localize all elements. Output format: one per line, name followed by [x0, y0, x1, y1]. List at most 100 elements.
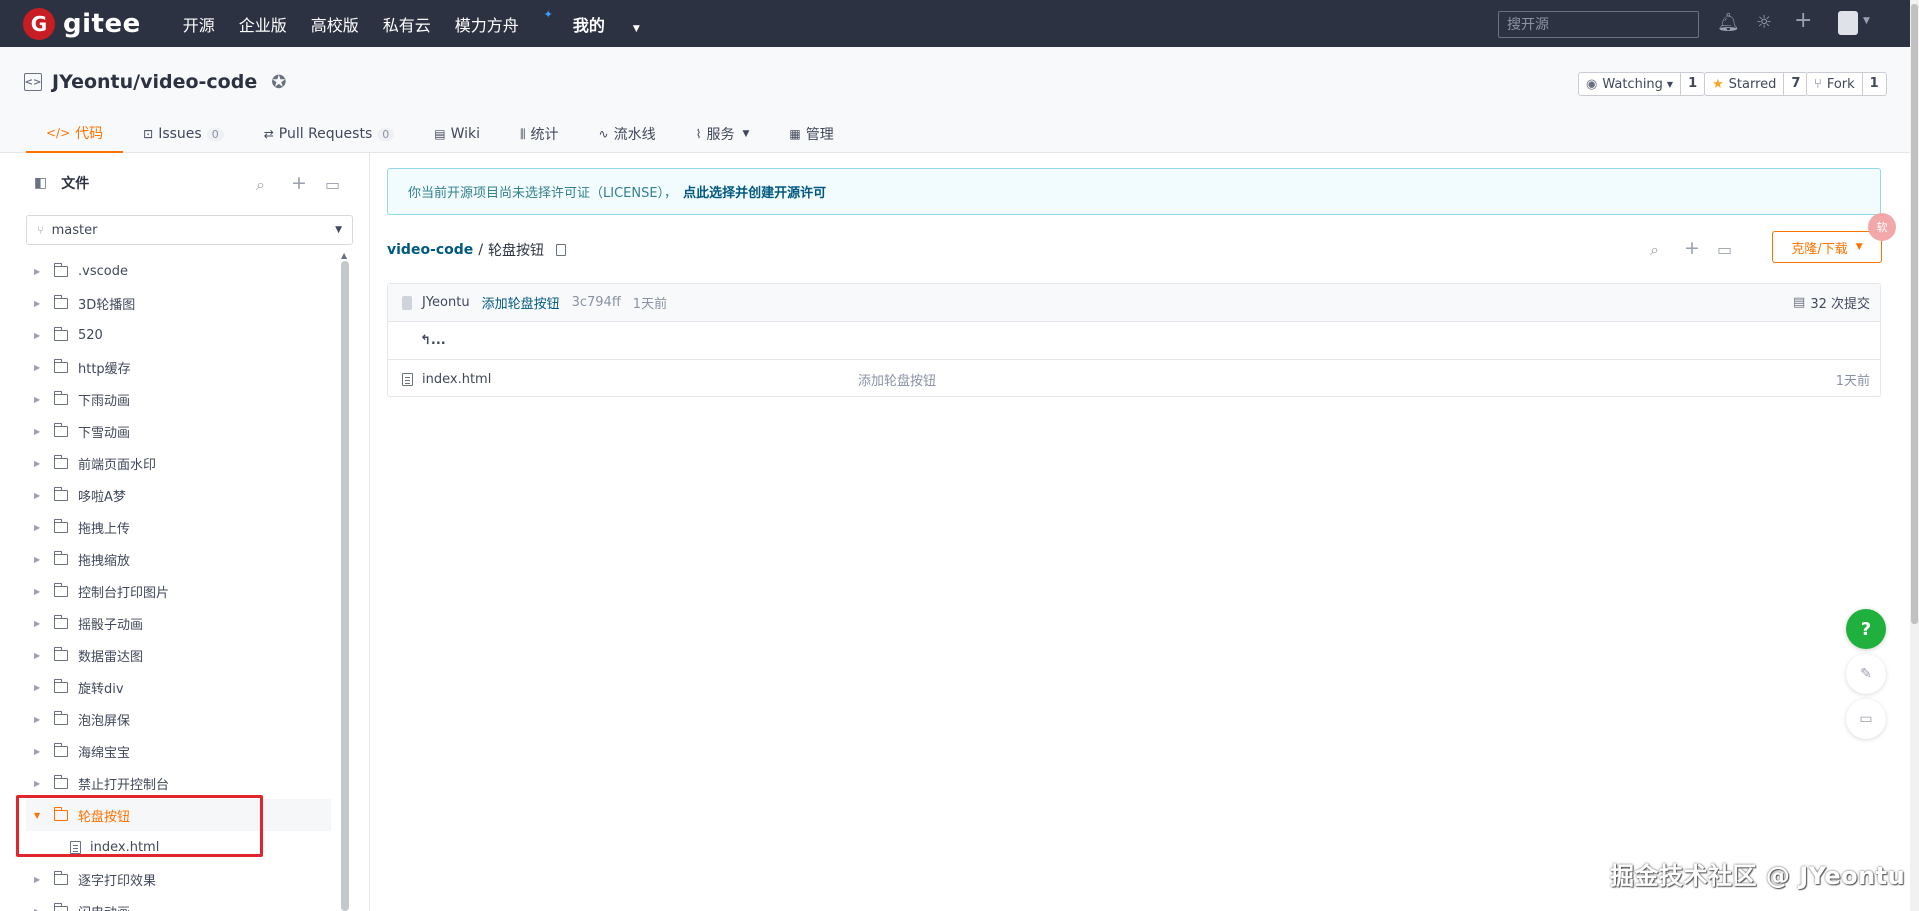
chevron-right-icon[interactable]: ▶ [34, 395, 48, 404]
chevron-right-icon[interactable]: ▶ [34, 619, 48, 628]
chevron-right-icon[interactable]: ▶ [34, 267, 48, 276]
feedback-edit-button[interactable]: ✎ [1846, 654, 1886, 694]
chat-button[interactable]: ▭ [1846, 699, 1886, 739]
file-name-link[interactable]: index.html [402, 372, 491, 387]
commit-message[interactable]: 添加轮盘按钮 [482, 293, 560, 312]
tree-folder-item[interactable]: ▶ 海绵宝宝 [26, 735, 331, 767]
stats-icon: ⫼ [520, 126, 526, 141]
chevron-right-icon[interactable]: ▶ [34, 779, 48, 788]
page-scrollbar-thumb[interactable] [1911, 4, 1918, 624]
tree-folder-item[interactable]: ▶ 泡泡屏保 [26, 703, 331, 735]
watching-count[interactable]: 1 [1681, 73, 1704, 95]
table-row[interactable]: index.html 添加轮盘按钮 1天前 [388, 360, 1880, 398]
parent-directory-row[interactable]: ↰... [388, 322, 1880, 360]
tree-folder-item[interactable]: ▶ 520 [26, 319, 331, 351]
breadcrumb-root[interactable]: video-code [387, 242, 473, 258]
tree-folder-item[interactable]: ▶ 3D轮播图 [26, 287, 331, 319]
chevron-right-icon[interactable]: ▶ [34, 651, 48, 660]
chevron-right-icon[interactable]: ▶ [34, 907, 48, 911]
create-license-link[interactable]: 点此选择并创建开源许可 [683, 182, 826, 201]
star-count[interactable]: 7 [1784, 73, 1807, 95]
tab-wiki[interactable]: ▤ Wiki [414, 115, 500, 153]
tree-search-icon[interactable]: ⌕ [256, 175, 265, 195]
fork-button[interactable]: ⑂ Fork 1 [1806, 72, 1887, 96]
translate-icon[interactable]: 软 [1868, 213, 1896, 241]
tree-web-ide-icon[interactable]: ▭ [325, 175, 340, 194]
tree-folder-item[interactable]: ▶ 拖拽缩放 [26, 543, 331, 575]
file-commit-message[interactable]: 添加轮盘按钮 [858, 370, 936, 389]
tree-folder-item[interactable]: ▶ 拖拽上传 [26, 511, 331, 543]
commit-sha[interactable]: 3c794ff [572, 295, 621, 310]
tree-folder-item[interactable]: ▶ 哆啦A梦 [26, 479, 331, 511]
tab-manage[interactable]: ▦ 管理 [769, 115, 853, 153]
tab-code[interactable]: </> 代码 [26, 115, 124, 153]
tree-folder-item[interactable]: ▶ 控制台打印图片 [26, 575, 331, 607]
help-button[interactable]: ? [1846, 609, 1886, 649]
branch-select[interactable]: ⑂ master ▼ [26, 215, 353, 245]
tree-folder-item[interactable]: ▶ 逐字打印效果 [26, 863, 331, 895]
tree-folder-item[interactable]: ▶ 旋转div [26, 671, 331, 703]
commit-author[interactable]: JYeontu [422, 295, 470, 310]
chevron-right-icon[interactable]: ▶ [34, 523, 48, 532]
copy-path-icon[interactable] [556, 244, 567, 256]
tree-folder-item[interactable]: ▶ 下雨动画 [26, 383, 331, 415]
nav-private-cloud[interactable]: 私有云 [383, 12, 431, 36]
web-ide-icon[interactable]: ▭ [1717, 240, 1732, 259]
tree-folder-item[interactable]: ▶ 闪电动画 [26, 895, 331, 911]
tree-scroll-up-icon[interactable]: ▲ [341, 251, 347, 260]
repo-header: <> JYeontu/video-code ✪ ◉ Watching ▼ 1 ★ St… [0, 47, 1910, 153]
nav-education[interactable]: 高校版 [311, 12, 359, 36]
star-button[interactable]: ★ Starred 7 [1704, 72, 1809, 96]
tree-folder-item[interactable]: ▶ .vscode [26, 255, 331, 287]
tab-issues[interactable]: ⊡ Issues 0 [123, 115, 244, 153]
file-search-icon[interactable]: ⌕ [1650, 240, 1659, 260]
tree-add-icon[interactable]: + [291, 172, 307, 194]
page-scrollbar[interactable] [1910, 0, 1919, 911]
gitee-logo[interactable]: G gitee [23, 7, 141, 40]
chevron-right-icon[interactable]: ▶ [34, 555, 48, 564]
chevron-right-icon[interactable]: ▶ [34, 459, 48, 468]
fork-count[interactable]: 1 [1863, 73, 1886, 95]
chevron-right-icon[interactable]: ▶ [34, 747, 48, 756]
avatar-chevron-down-icon[interactable]: ▼ [1863, 16, 1870, 26]
chevron-right-icon[interactable]: ▶ [34, 683, 48, 692]
file-add-icon[interactable]: + [1684, 237, 1700, 259]
bell-icon[interactable]: 🔔︎ [1717, 12, 1740, 33]
commit-count[interactable]: ▤ 32 次提交 [1793, 293, 1870, 312]
tab-stats[interactable]: ⫼ 统计 [500, 115, 579, 153]
folder-icon [53, 422, 68, 437]
tab-pipeline[interactable]: ∿ 流水线 [579, 115, 676, 153]
chevron-right-icon[interactable]: ▶ [34, 331, 48, 340]
chevron-right-icon[interactable]: ▶ [34, 299, 48, 308]
chevron-right-icon[interactable]: ▶ [34, 491, 48, 500]
tree-item-label: 逐字打印效果 [78, 873, 157, 889]
commit-author-avatar[interactable] [402, 295, 412, 310]
nav-moli[interactable]: 模力方舟 ✦ [455, 8, 553, 36]
collapse-sidebar-icon[interactable]: ◧ [34, 175, 47, 191]
tab-services[interactable]: ⌇ 服务 ▼ [676, 115, 770, 153]
tree-folder-item[interactable]: ▶ 摇骰子动画 [26, 607, 331, 639]
plus-icon[interactable]: + [1794, 8, 1812, 33]
commit-total: 32 次提交 [1810, 297, 1870, 312]
chevron-right-icon[interactable]: ▶ [34, 427, 48, 436]
tab-pull-requests[interactable]: ⇄ Pull Requests 0 [244, 115, 415, 153]
nav-open-source[interactable]: 开源 [183, 12, 215, 36]
nav-enterprise[interactable]: 企业版 [239, 12, 287, 36]
chevron-right-icon[interactable]: ▶ [34, 587, 48, 596]
tree-scrollbar[interactable] [341, 261, 349, 911]
lightbulb-icon[interactable]: ☼ [1756, 12, 1772, 33]
watching-button[interactable]: ◉ Watching ▼ 1 [1578, 72, 1706, 96]
user-avatar[interactable] [1838, 11, 1858, 35]
tree-folder-item[interactable]: ▶ 前端页面水印 [26, 447, 331, 479]
tree-folder-item[interactable]: ▶ 下雪动画 [26, 415, 331, 447]
tree-folder-item[interactable]: ▶ http缓存 [26, 351, 331, 383]
parent-directory-link[interactable]: ↰... [420, 333, 446, 348]
chevron-right-icon[interactable]: ▶ [34, 715, 48, 724]
chevron-right-icon[interactable]: ▶ [34, 875, 48, 884]
repo-name[interactable]: JYeontu/video-code [52, 71, 257, 93]
nav-mine[interactable]: 我的 ▼ [573, 12, 640, 36]
clone-download-button[interactable]: 克隆/下载 ▼ [1772, 231, 1882, 263]
chevron-right-icon[interactable]: ▶ [34, 363, 48, 372]
search-input[interactable] [1498, 11, 1699, 38]
tree-folder-item[interactable]: ▶ 数据雷达图 [26, 639, 331, 671]
